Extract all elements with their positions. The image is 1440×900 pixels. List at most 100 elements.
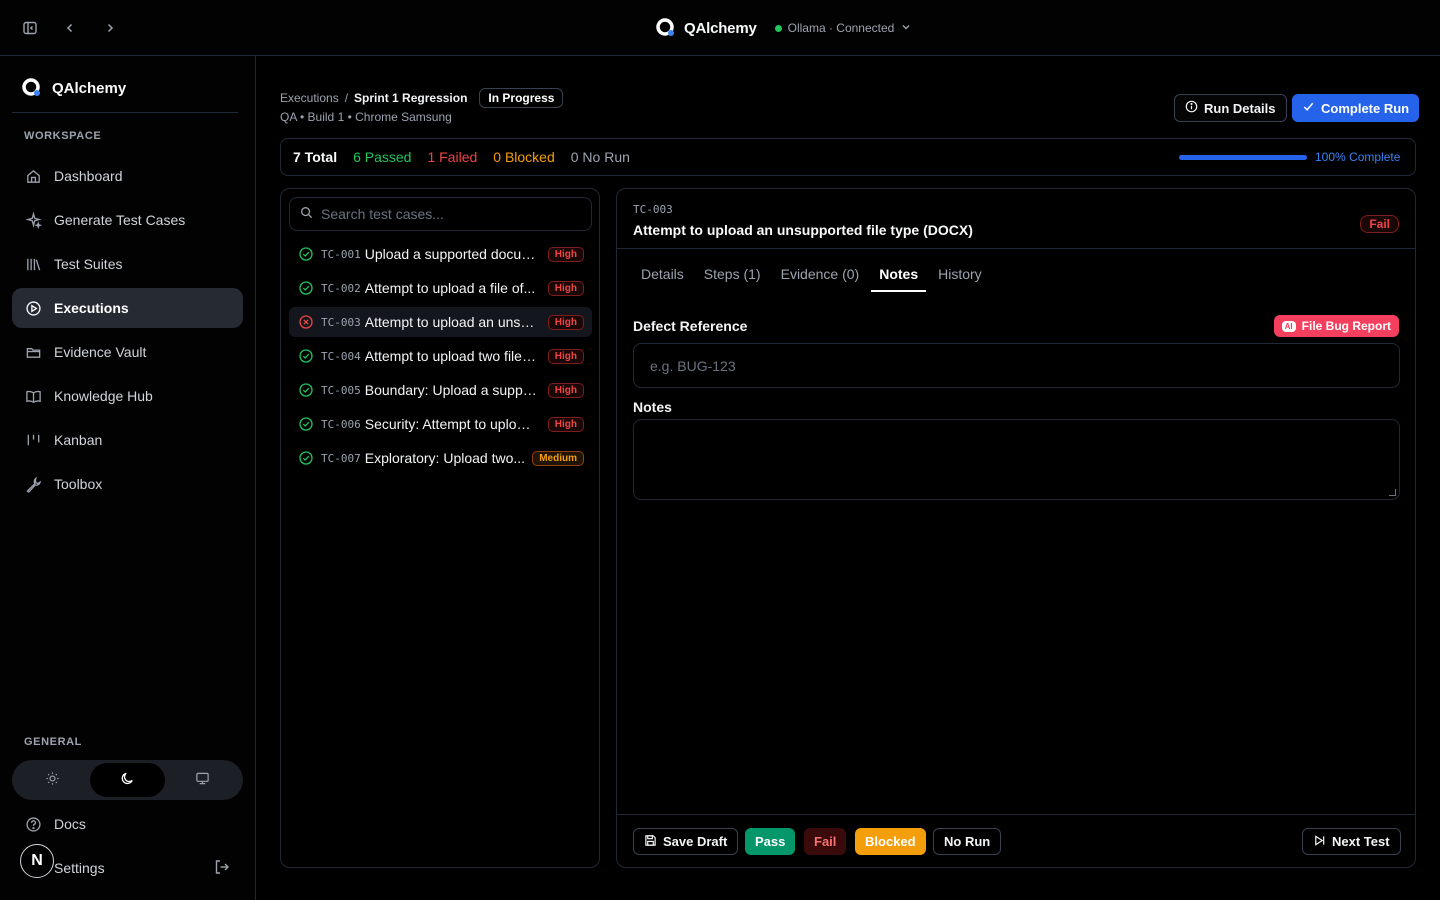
sidebar-item-label: Toolbox [54, 476, 103, 492]
theme-toggle [12, 760, 243, 800]
sidebar-brand[interactable]: QAlchemy [20, 76, 126, 101]
notes-label: Notes [633, 399, 672, 415]
qalchemy-logo-icon [654, 16, 676, 41]
priority-badge: Medium [532, 450, 584, 466]
monitor-icon [195, 771, 210, 789]
stat-failed: 1 Failed [427, 149, 478, 165]
sidebar-item-label: Knowledge Hub [54, 388, 153, 404]
stat-total: 7 Total [293, 149, 338, 165]
theme-system-option[interactable] [165, 763, 240, 797]
sidebar-item-kanban[interactable]: Kanban [12, 420, 243, 460]
no-run-button[interactable]: No Run [933, 828, 1002, 855]
test-case-row[interactable]: TC-002 Attempt to upload a file of... High [289, 273, 592, 303]
title-bar: QAlchemy Ollama · Connected [0, 0, 1440, 56]
back-icon[interactable] [58, 16, 82, 40]
search-input[interactable]: Search test cases... [289, 197, 592, 231]
sidebar-item-test-suites[interactable]: Test Suites [12, 244, 243, 284]
qalchemy-logo-icon [20, 76, 42, 101]
sidebar-item-executions[interactable]: Executions [12, 288, 243, 328]
resize-handle-icon[interactable] [1389, 489, 1396, 496]
test-case-row[interactable]: TC-004 Attempt to upload two files... High [289, 341, 592, 371]
tab-evidence[interactable]: Evidence (0) [773, 261, 868, 292]
sidebar-item-generate-test-cases[interactable]: Generate Test Cases [12, 200, 243, 240]
sidebar-item-dashboard[interactable]: Dashboard [12, 156, 243, 196]
notes-textarea[interactable] [633, 419, 1400, 500]
run-details-button[interactable]: Run Details [1174, 94, 1287, 122]
sidebar-item-label: Generate Test Cases [54, 212, 186, 228]
test-case-row[interactable]: TC-007 Exploratory: Upload two... Medium [289, 443, 592, 473]
defect-reference-input[interactable]: e.g. BUG-123 [633, 343, 1400, 388]
test-case-title: Exploratory: Upload two... [364, 450, 526, 466]
sidebar-item-toolbox[interactable]: Toolbox [12, 464, 243, 504]
test-case-row[interactable]: TC-003Attempt to upload an unsupported..… [289, 307, 592, 337]
x-circle-icon [299, 315, 313, 329]
run-details-label: Run Details [1204, 100, 1276, 116]
tab-history[interactable]: History [930, 261, 990, 292]
priority-badge: High [547, 246, 584, 262]
defect-reference-label: Defect Reference [633, 318, 748, 334]
file-bug-report-button[interactable]: AI File Bug Report [1273, 315, 1399, 337]
test-case-row[interactable]: TC-005Boundary: Upload a supported... Hig… [289, 375, 592, 405]
breadcrumb: Executions / Sprint 1 Regression In Prog… [280, 88, 564, 108]
priority-badge: High [547, 416, 584, 432]
save-draft-button[interactable]: Save Draft [633, 828, 739, 855]
stat-no-run: 0 No Run [570, 149, 630, 165]
run-subtitle: QA • Build 1 • Chrome Samsung [280, 110, 452, 124]
complete-run-button[interactable]: Complete Run [1292, 94, 1420, 122]
detail-tabs: Details Steps (1) Evidence (0) Notes His… [633, 261, 990, 292]
test-case-title: Attempt to upload an unsupported... [364, 314, 537, 330]
sidebar: QAlchemy WORKSPACE Dashboard Generate Te… [0, 56, 256, 900]
sidebar-item-label: Kanban [54, 432, 103, 448]
sidebar-toggle-icon[interactable] [18, 16, 42, 40]
sidebar-item-knowledge-hub[interactable]: Knowledge Hub [12, 376, 243, 416]
logout-icon[interactable] [213, 858, 231, 879]
test-case-list-panel: Search test cases... TC-001 Upload a supp… [280, 188, 600, 868]
test-case-row[interactable]: TC-001Upload a supported document... High [289, 239, 592, 269]
breadcrumb-executions[interactable]: Executions [280, 91, 339, 105]
tab-steps[interactable]: Steps (1) [696, 261, 769, 292]
sidebar-brand-name: QAlchemy [52, 80, 127, 97]
search-placeholder: Search test cases... [321, 206, 444, 222]
fail-button[interactable]: Fail [804, 828, 847, 855]
tab-notes[interactable]: Notes [871, 261, 927, 292]
workspace-section-label: WORKSPACE [24, 130, 102, 142]
sidebar-divider [12, 112, 238, 113]
blocked-button[interactable]: Blocked [855, 828, 926, 855]
sidebar-item-label: Evidence Vault [54, 344, 147, 360]
info-icon [1185, 100, 1198, 116]
test-case-id: TC-001 [321, 247, 361, 261]
priority-badge: High [547, 382, 584, 398]
test-case-title: Attempt to upload a file of... [364, 280, 536, 296]
avatar[interactable]: N [20, 844, 54, 878]
app-title: QAlchemy [684, 19, 757, 37]
priority-badge: High [547, 280, 584, 296]
theme-light-option[interactable] [15, 763, 90, 797]
llm-status[interactable]: Ollama · Connected [774, 21, 913, 36]
sidebar-item-docs[interactable]: Docs [12, 804, 243, 844]
test-case-id: TC-007 [321, 451, 361, 465]
forward-icon[interactable] [98, 16, 122, 40]
test-case-id: TC-006 [321, 417, 361, 431]
next-test-button[interactable]: Next Test [1302, 828, 1401, 855]
skip-forward-icon [1313, 834, 1326, 850]
book-icon [24, 387, 42, 405]
check-circle-icon [299, 451, 313, 465]
file-bug-report-label: File Bug Report [1301, 319, 1391, 333]
test-case-title: Attempt to upload two files... [364, 348, 537, 364]
check-circle-icon [299, 247, 313, 261]
sidebar-item-evidence-vault[interactable]: Evidence Vault [12, 332, 243, 372]
progress-label: 100% Complete [1315, 150, 1401, 164]
test-case-id: TC-004 [321, 349, 361, 363]
llm-status-label: Ollama · Connected [787, 21, 895, 35]
general-section-label: GENERAL [24, 736, 82, 748]
progress-fill [1179, 155, 1307, 160]
test-case-id: TC-003 [321, 315, 361, 329]
theme-dark-option[interactable] [90, 763, 165, 797]
test-case-title: Upload a supported document... [364, 246, 537, 262]
avatar-letter: N [31, 852, 43, 869]
sidebar-item-label: Docs [54, 816, 86, 832]
tab-details[interactable]: Details [633, 261, 692, 292]
sun-icon [45, 771, 60, 789]
pass-button[interactable]: Pass [745, 828, 796, 855]
test-case-row[interactable]: TC-006 Security: Attempt to upload... High [289, 409, 592, 439]
